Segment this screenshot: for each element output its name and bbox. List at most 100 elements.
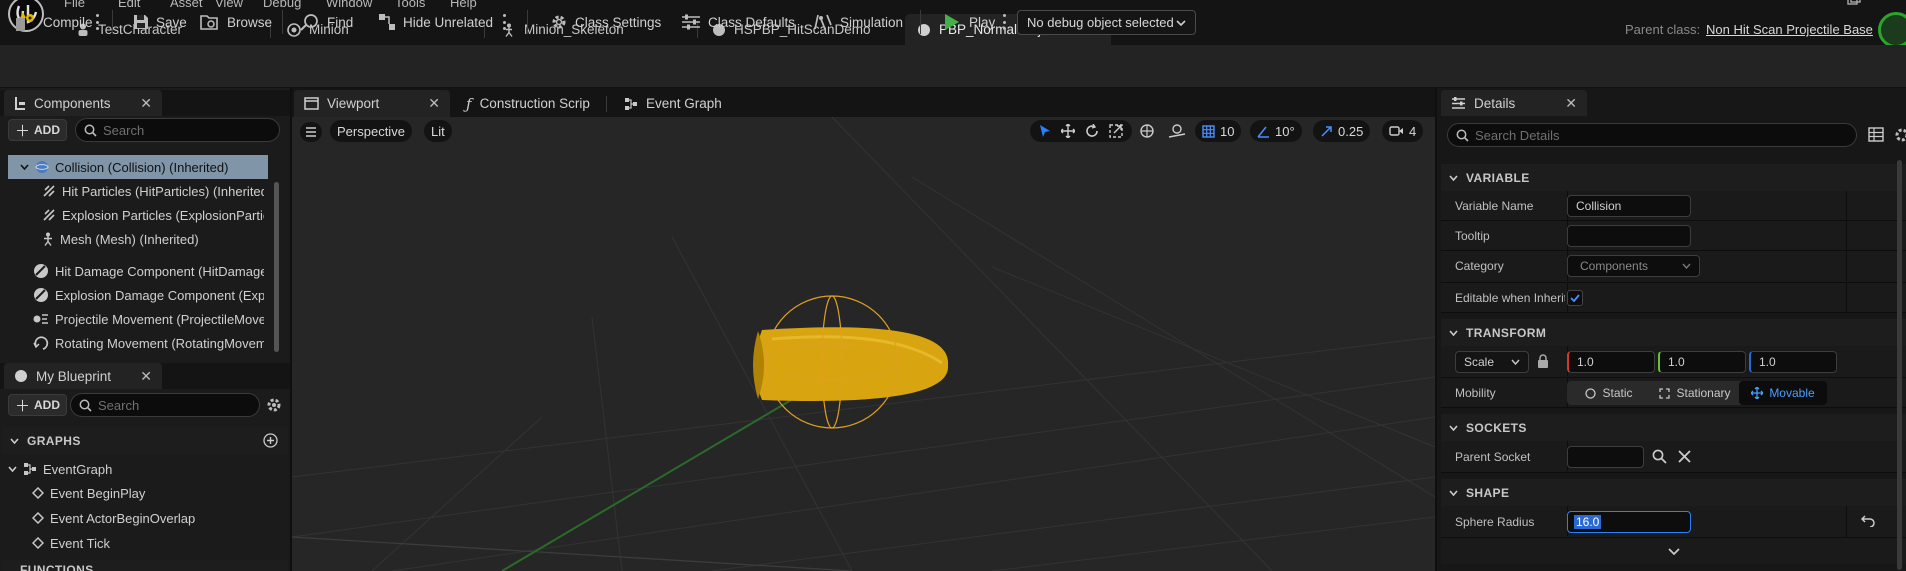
add-component-button[interactable]: ＋ ADD	[8, 119, 68, 141]
parent-class-link[interactable]: Non Hit Scan Projectile Base	[1706, 22, 1873, 37]
reset-to-default-icon[interactable]	[1861, 515, 1875, 527]
add-graph-icon[interactable]	[263, 433, 278, 448]
camera-speed-button[interactable]: 4	[1382, 120, 1424, 142]
viewport-options-icon[interactable]	[300, 122, 322, 142]
compile-button[interactable]: Compile	[14, 10, 93, 34]
stationary-icon	[1659, 387, 1671, 399]
tab-components[interactable]: Components ✕	[4, 90, 162, 116]
menu-view[interactable]: View	[215, 0, 243, 10]
scale-y-input[interactable]: 1.0	[1658, 351, 1746, 373]
world-local-icon[interactable]	[1138, 122, 1156, 140]
components-search-input[interactable]: Search	[75, 118, 280, 142]
variable-section-header[interactable]: VARIABLE	[1441, 164, 1906, 191]
rotate-icon[interactable]	[1085, 124, 1099, 138]
surface-snap-icon[interactable]	[1168, 122, 1186, 140]
menu-window[interactable]: Window	[326, 0, 372, 10]
menu-debug[interactable]: Debug	[263, 0, 301, 10]
graphs-section-header[interactable]: GRAPHS	[2, 427, 288, 454]
tab-construction-script[interactable]: ƒ Construction Script	[456, 90, 590, 117]
compile-options-icon[interactable]	[95, 14, 99, 30]
save-button[interactable]: Save	[133, 10, 187, 34]
component-item-projectile-movement[interactable]: Projectile Movement (ProjectileMovement)	[33, 307, 264, 331]
category-combo[interactable]: Components	[1567, 255, 1700, 277]
functions-section-header[interactable]: FUNCTIONS	[2, 560, 288, 571]
add-member-button[interactable]: ＋ ADD	[8, 394, 68, 416]
close-icon[interactable]: ✕	[140, 95, 152, 112]
details-scrollbar[interactable]	[1897, 160, 1902, 570]
editable-checkbox[interactable]	[1567, 290, 1583, 306]
scale-z-input[interactable]: 1.0	[1749, 351, 1837, 373]
lit-button[interactable]: Lit	[424, 120, 452, 142]
translate-icon[interactable]	[1061, 124, 1075, 138]
tab-details[interactable]: Details ✕	[1441, 90, 1587, 116]
event-item-actorbeginoverlap[interactable]: Event ActorBeginOverlap	[32, 506, 262, 530]
lock-icon[interactable]	[1537, 354, 1549, 368]
details-search-input[interactable]: Search Details	[1447, 123, 1857, 147]
transform-section-header[interactable]: TRANSFORM	[1441, 319, 1906, 346]
search-icon[interactable]	[1652, 449, 1667, 464]
component-item-explosion-particles[interactable]: Explosion Particles (ExplosionParticles)	[42, 203, 264, 227]
menu-help[interactable]: Help	[450, 0, 477, 10]
gear-icon[interactable]	[1893, 127, 1906, 143]
class-defaults-button[interactable]: Class Defaults	[681, 10, 795, 34]
sphere-radius-input[interactable]: 16.0	[1567, 511, 1691, 533]
close-icon[interactable]: ✕	[140, 368, 152, 385]
mobility-static-option[interactable]: Static	[1567, 381, 1651, 405]
select-icon[interactable]	[1039, 124, 1051, 138]
parent-socket-input[interactable]	[1567, 446, 1644, 468]
browse-button[interactable]: Browse	[200, 10, 272, 34]
perspective-button[interactable]: Perspective	[330, 120, 412, 142]
source-control-status-icon[interactable]	[1878, 12, 1906, 48]
mobility-movable-option[interactable]: Movable	[1739, 381, 1827, 405]
debug-object-select[interactable]: No debug object selected	[1017, 10, 1196, 35]
simulation-button[interactable]: Simulation	[813, 10, 903, 34]
component-item-collision[interactable]: Collision (Collision) (Inherited)	[8, 155, 268, 179]
graph-item-eventgraph[interactable]: EventGraph	[8, 457, 258, 481]
tab-event-graph[interactable]: Event Graph	[614, 90, 732, 117]
class-settings-button[interactable]: Class Settings	[550, 10, 661, 34]
tab-my-blueprint[interactable]: My Blueprint ✕	[4, 363, 162, 389]
mobility-stationary-option[interactable]: Stationary	[1651, 381, 1739, 405]
hide-unrelated-button[interactable]: Hide Unrelated	[378, 10, 493, 34]
clear-icon[interactable]	[1678, 450, 1691, 463]
close-icon[interactable]: ✕	[1565, 95, 1577, 112]
component-item-hit-particles[interactable]: Hit Particles (HitParticles) (Inherited)	[42, 179, 264, 203]
column-divider	[1846, 221, 1847, 251]
actor-component-icon	[33, 287, 49, 303]
shape-section-header[interactable]: SHAPE	[1441, 479, 1906, 506]
close-icon[interactable]: ✕	[428, 95, 440, 112]
scale-x-input[interactable]: 1.0	[1567, 351, 1655, 373]
find-button[interactable]: Find	[300, 10, 353, 34]
class-defaults-label: Class Defaults	[708, 14, 796, 30]
tab-viewport[interactable]: Viewport ✕	[294, 90, 450, 117]
components-scrollbar[interactable]	[274, 182, 279, 352]
table-view-icon[interactable]	[1868, 127, 1884, 142]
component-item-explosion-damage[interactable]: Explosion Damage Component (ExplosionDam…	[33, 283, 264, 307]
sockets-section-header[interactable]: SOCKETS	[1441, 414, 1906, 441]
my-blueprint-search-input[interactable]: Search	[70, 393, 260, 417]
play-button[interactable]: Play	[944, 10, 995, 34]
component-item-rotating-movement[interactable]: Rotating Movement (RotatingMovement)	[33, 331, 264, 355]
menu-asset[interactable]: Asset	[170, 0, 203, 10]
gear-icon[interactable]	[265, 396, 283, 414]
component-item-mesh[interactable]: Mesh (Mesh) (Inherited)	[42, 227, 264, 251]
tooltip-input[interactable]	[1567, 225, 1691, 247]
hide-unrelated-options-icon[interactable]	[502, 14, 506, 30]
scale-snap-button[interactable]: 0.25	[1313, 120, 1371, 142]
menu-tools[interactable]: Tools	[395, 0, 425, 10]
event-item-beginplay[interactable]: Event BeginPlay	[32, 481, 262, 505]
menu-file[interactable]: File	[64, 0, 85, 10]
event-item-tick[interactable]: Event Tick	[32, 531, 262, 555]
rotation-snap-button[interactable]: 10°	[1250, 120, 1302, 142]
sphere-radius-label: Sphere Radius	[1455, 515, 1535, 529]
menu-edit[interactable]: Edit	[118, 0, 140, 10]
scale-icon[interactable]	[1109, 124, 1123, 138]
viewport-canvas[interactable]	[292, 117, 1435, 571]
scale-mode-select[interactable]: Scale	[1455, 351, 1529, 373]
grid-snap-button[interactable]: 10	[1195, 120, 1242, 142]
component-item-hit-damage[interactable]: Hit Damage Component (HitDamageComponent…	[33, 259, 264, 283]
toolbar	[0, 45, 1906, 88]
play-options-icon[interactable]	[1002, 14, 1006, 30]
variable-name-input[interactable]: Collision	[1567, 195, 1691, 217]
advanced-expander[interactable]	[1441, 538, 1906, 564]
